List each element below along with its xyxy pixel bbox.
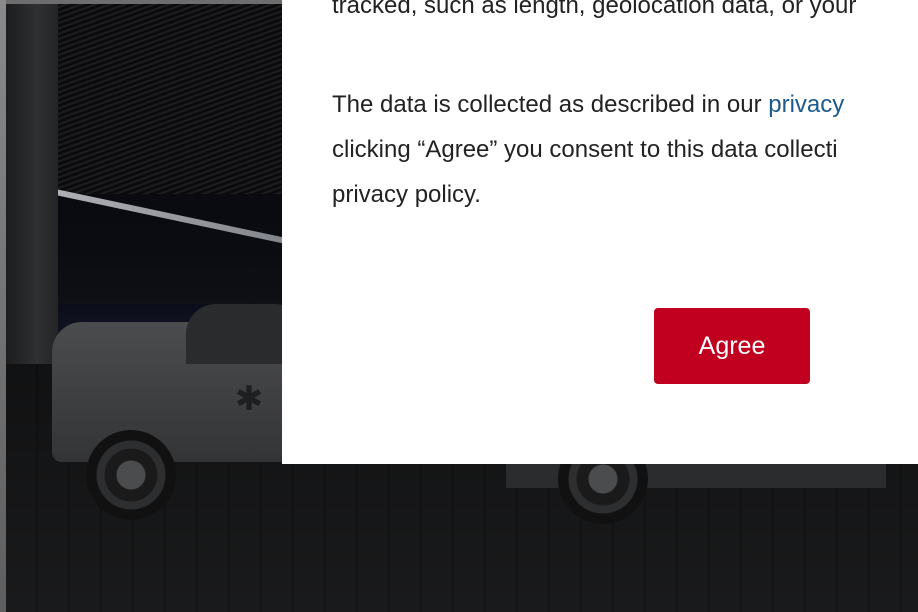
truck-front-wheel — [86, 430, 176, 520]
paragraph-line-2: clicking “Agree” you consent to this dat… — [332, 136, 838, 163]
paragraph-line-3: privacy policy. — [332, 181, 481, 208]
star-of-life-icon: ✱ — [234, 380, 264, 418]
truck-cab — [186, 304, 296, 364]
consent-paragraph: The data is collected as described in ou… — [332, 82, 918, 217]
privacy-policy-link[interactable]: privacy — [768, 91, 844, 118]
modal-top-text: tracked, such as length, geolocation dat… — [332, 0, 857, 19]
paragraph-line-1: The data is collected as described in ou… — [332, 91, 769, 118]
agree-button[interactable]: Agree — [654, 308, 810, 384]
consent-modal: tracked, such as length, geolocation dat… — [282, 0, 918, 464]
